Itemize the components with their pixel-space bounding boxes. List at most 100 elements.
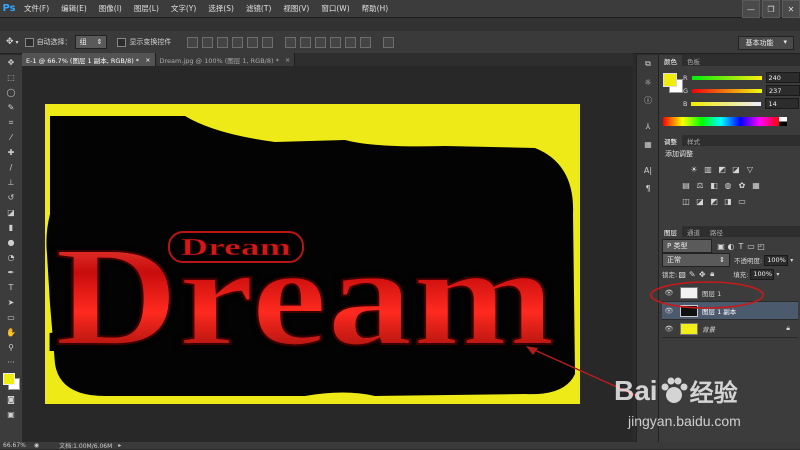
channel-mixer-icon[interactable]: ✿	[737, 180, 747, 190]
blend-mode-dropdown[interactable]: 正常 ⇕	[662, 253, 730, 267]
spectrum-bw[interactable]	[779, 117, 787, 126]
close-icon[interactable]: ×	[285, 56, 290, 64]
exposure-icon[interactable]: ◪	[731, 164, 741, 174]
type-tool-icon[interactable]: T	[0, 280, 22, 295]
crop-tool-icon[interactable]: ⌗	[0, 115, 22, 130]
brush-presets-icon[interactable]: ▦	[637, 135, 659, 153]
align-hcenter-icon[interactable]	[247, 36, 259, 48]
blur-tool-icon[interactable]: ●	[0, 235, 22, 250]
healing-brush-tool-icon[interactable]: ✚	[0, 145, 22, 160]
tab-swatches[interactable]: 色板	[682, 56, 705, 66]
tab-styles[interactable]: 样式	[682, 136, 705, 146]
tab-channels[interactable]: 通道	[682, 227, 705, 237]
properties-panel-icon[interactable]: ☼	[637, 73, 659, 91]
photo-filter-icon[interactable]: ◍	[723, 180, 733, 190]
status-menu-icon[interactable]: ◉	[34, 442, 39, 449]
brightness-icon[interactable]: ☀	[689, 164, 699, 174]
b-slider[interactable]	[691, 101, 762, 106]
fg-color-swatch[interactable]	[663, 73, 677, 87]
vibrance-icon[interactable]: ▽	[745, 164, 755, 174]
pen-tool-icon[interactable]: ✒	[0, 265, 22, 280]
auto-select-checkbox[interactable]	[24, 37, 34, 47]
lasso-tool-icon[interactable]: ◯	[0, 85, 22, 100]
show-transform-checkbox[interactable]	[117, 37, 127, 47]
threshold-icon[interactable]: ◩	[709, 196, 719, 206]
filter-type-icon[interactable]: T	[736, 241, 746, 251]
zoom-tool-icon[interactable]: ⚲	[0, 340, 22, 355]
menu-file[interactable]: 文件(F)	[18, 3, 55, 14]
menu-select[interactable]: 选择(S)	[202, 3, 240, 14]
layer-filter-dropdown[interactable]: P 类型	[662, 239, 712, 253]
eyedropper-tool-icon[interactable]: ⁄	[0, 130, 22, 145]
eraser-tool-icon[interactable]: ◪	[0, 205, 22, 220]
hue-saturation-icon[interactable]: ▤	[681, 180, 691, 190]
distribute-right-icon[interactable]	[360, 36, 372, 48]
screen-mode-icon[interactable]: ▣	[0, 407, 22, 422]
marquee-tool-icon[interactable]: ⬚	[0, 70, 22, 85]
history-brush-tool-icon[interactable]: ↺	[0, 190, 22, 205]
menu-help[interactable]: 帮助(H)	[356, 3, 395, 14]
move-tool-preset[interactable]: ✥ ▾	[6, 37, 19, 47]
menu-view[interactable]: 视图(V)	[277, 3, 315, 14]
selective-color-icon[interactable]: ◨	[723, 196, 733, 206]
dodge-tool-icon[interactable]: ◔	[0, 250, 22, 265]
tab-adjustments[interactable]: 调整	[659, 135, 682, 146]
layer-row-background[interactable]: 👁︎ 背景 🔒︎	[662, 320, 798, 338]
menu-image[interactable]: 图像(I)	[93, 3, 128, 14]
distribute-left-icon[interactable]	[330, 36, 342, 48]
status-arrow-icon[interactable]: ▸	[118, 442, 121, 449]
menu-window[interactable]: 窗口(W)	[315, 3, 355, 14]
color-spectrum-bar[interactable]	[663, 117, 779, 126]
visibility-eye-icon[interactable]: 👁︎	[662, 325, 676, 333]
tab-dream[interactable]: Dream.jpg @ 100% (图层 1, RGB/8) * ×	[155, 53, 296, 66]
info-panel-icon[interactable]: ⓘ	[637, 91, 659, 109]
minimize-button[interactable]: —	[742, 0, 760, 18]
r-slider[interactable]	[691, 75, 762, 80]
brush-panel-icon[interactable]: ⅄	[637, 117, 659, 135]
more-tools-icon[interactable]: ···	[0, 355, 22, 370]
black-white-icon[interactable]: ◧	[709, 180, 719, 190]
auto-align-icon[interactable]	[383, 36, 395, 48]
align-top-icon[interactable]	[187, 36, 199, 48]
chevron-down-icon[interactable]: ▾	[776, 271, 779, 278]
menu-type[interactable]: 文字(Y)	[165, 3, 202, 14]
curves-icon[interactable]: ◩	[717, 164, 727, 174]
filter-adjust-icon[interactable]: ◐	[726, 241, 736, 251]
restore-button[interactable]: ❐	[762, 0, 780, 18]
posterize-icon[interactable]: ◪	[695, 196, 705, 206]
g-slider[interactable]	[692, 88, 763, 93]
distribute-bottom-icon[interactable]	[315, 36, 327, 48]
gradient-map-icon[interactable]: ▭	[737, 196, 747, 206]
brush-tool-icon[interactable]: /	[0, 160, 22, 175]
hand-tool-icon[interactable]: ✋	[0, 325, 22, 340]
foreground-color-swatch[interactable]	[3, 373, 15, 385]
shape-tool-icon[interactable]: ▭	[0, 310, 22, 325]
character-panel-icon[interactable]: A|	[637, 161, 659, 179]
stamp-tool-icon[interactable]: ⊥	[0, 175, 22, 190]
close-button[interactable]: ✕	[782, 0, 800, 18]
opacity-field[interactable]: 100%	[764, 254, 789, 266]
move-tool-icon[interactable]: ✥	[0, 55, 22, 70]
align-bottom-icon[interactable]	[217, 36, 229, 48]
zoom-level[interactable]: 66.67%	[3, 442, 26, 449]
align-vcenter-icon[interactable]	[202, 36, 214, 48]
menu-filter[interactable]: 滤镜(T)	[240, 3, 277, 14]
paragraph-panel-icon[interactable]: ¶	[637, 179, 659, 197]
g-value-field[interactable]: 237	[766, 85, 800, 96]
path-select-tool-icon[interactable]: ➤	[0, 295, 22, 310]
auto-select-dropdown[interactable]: 组 ⇕	[74, 35, 108, 49]
r-value-field[interactable]: 240	[765, 72, 800, 83]
invert-icon[interactable]: ◫	[681, 196, 691, 206]
tab-layers[interactable]: 图层	[659, 226, 682, 237]
history-panel-icon[interactable]: ⧉	[637, 55, 659, 73]
filter-smart-icon[interactable]: ◰	[756, 241, 766, 251]
distribute-top-icon[interactable]	[285, 36, 297, 48]
quick-mask-icon[interactable]: ◙	[0, 392, 22, 407]
filter-pixel-icon[interactable]: ▣	[716, 241, 726, 251]
close-icon[interactable]: ×	[145, 56, 150, 64]
color-balance-icon[interactable]: ⚖	[695, 180, 705, 190]
align-right-icon[interactable]	[262, 36, 274, 48]
chevron-down-icon[interactable]: ▾	[790, 257, 793, 264]
tab-paths[interactable]: 路径	[705, 227, 728, 237]
tab-e1[interactable]: E-1 @ 66.7% (图层 1 副本, RGB/8) * ×	[22, 53, 156, 66]
